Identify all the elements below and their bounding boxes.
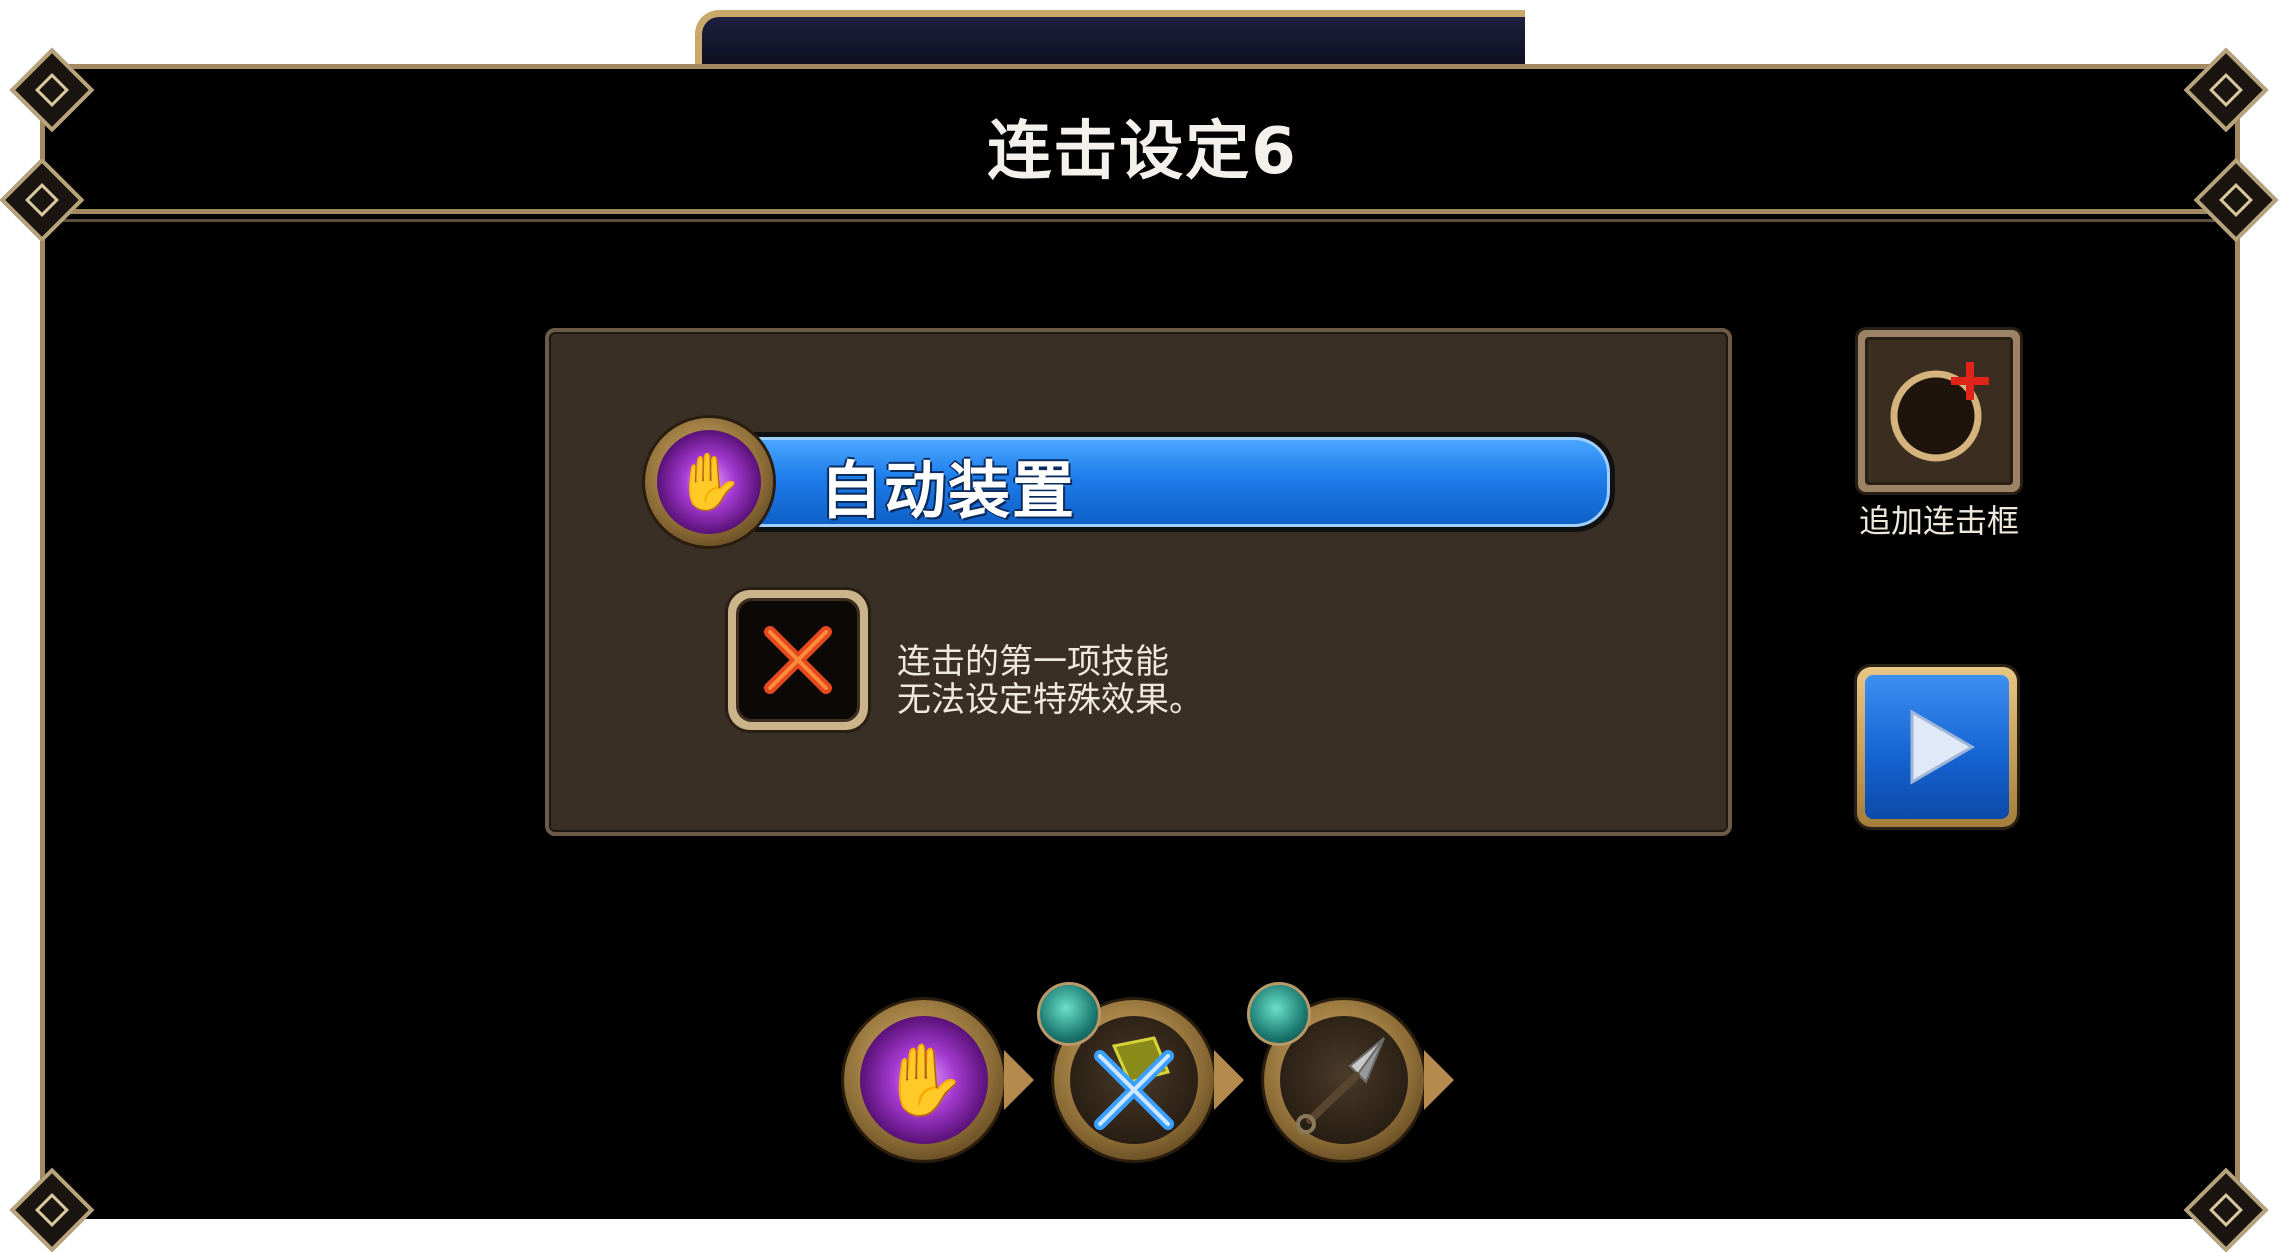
next-button[interactable]: [1857, 667, 2017, 827]
slot-connector-arrow: [1214, 1050, 1244, 1110]
purple-hand-skill-icon: ✋: [860, 1016, 988, 1144]
special-effect-note-line1: 连击的第一项技能: [897, 642, 1169, 682]
add-ring-icon: [1890, 362, 1989, 462]
special-effect-slot[interactable]: [728, 590, 868, 730]
red-x-icon: [764, 626, 832, 694]
slot-connector-arrow: [1004, 1050, 1034, 1110]
lock-icon: [1037, 982, 1101, 1046]
lock-icon: [1247, 982, 1311, 1046]
dialog-title: 连击设定6: [987, 115, 1298, 189]
auto-equip-skill-orb: ✋: [645, 418, 773, 546]
skill-slot-1[interactable]: ✋: [844, 1000, 1004, 1160]
purple-hand-skill-icon: ✋: [657, 430, 761, 534]
play-arrow-icon: [1910, 709, 1975, 785]
combo-content-panel: [545, 328, 1732, 836]
auto-equip-label: 自动装置: [820, 454, 1077, 527]
add-combo-button[interactable]: [1858, 330, 2020, 492]
add-combo-label: 追加连击框: [1858, 502, 2019, 540]
slot-connector-arrow: [1424, 1050, 1454, 1110]
special-effect-note-line2: 无法设定特殊效果。: [897, 680, 1203, 720]
